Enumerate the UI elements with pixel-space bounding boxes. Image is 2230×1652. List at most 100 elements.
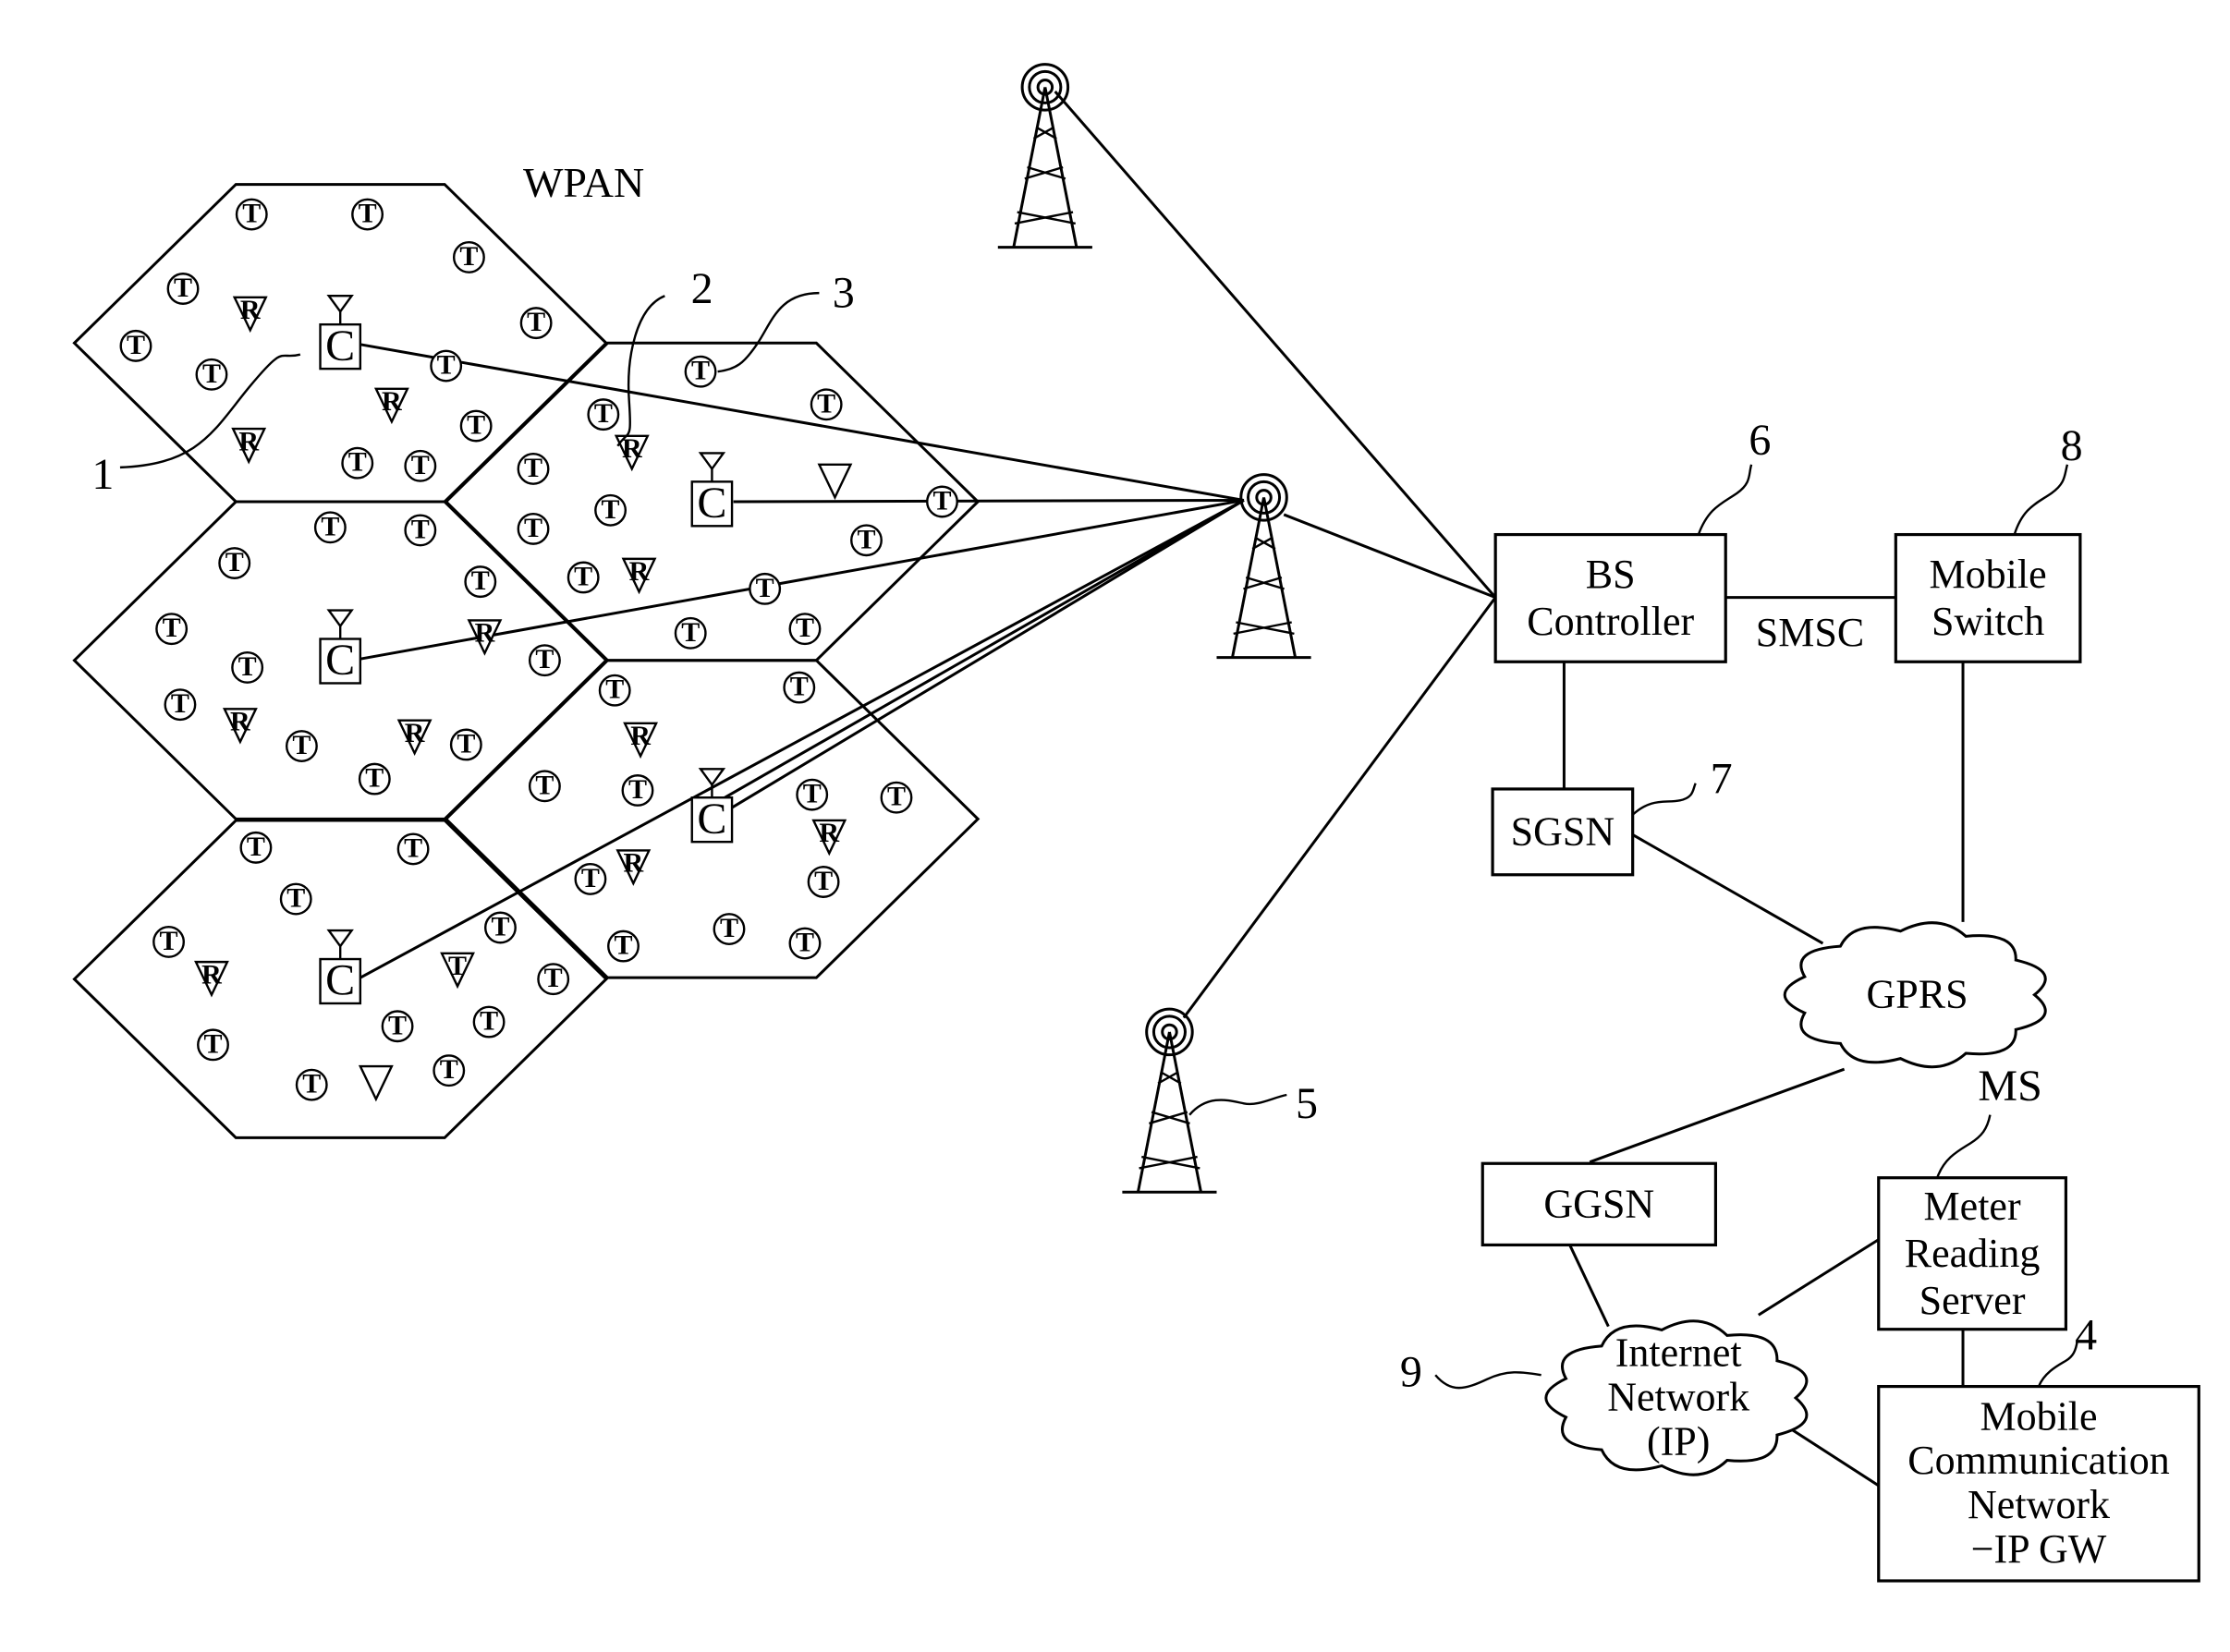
terminal-label: T	[459, 241, 478, 272]
terminal-label: T	[602, 494, 620, 525]
leader-2	[616, 295, 665, 447]
terminal-node: T	[674, 617, 707, 650]
terminal-node: T	[341, 447, 374, 480]
terminal-node: T	[607, 930, 640, 963]
terminal-node: T	[155, 613, 189, 646]
terminal-label: T	[203, 1028, 222, 1059]
terminal-node: T	[430, 350, 463, 383]
mobile-switch-box-label: Switch	[1931, 599, 2044, 644]
terminal-label: T	[174, 273, 192, 303]
smsc-label: SMSC	[1756, 610, 1864, 655]
meter-reading-server-box-label: Server	[1919, 1278, 2026, 1323]
coordinator-node-a: C	[319, 295, 362, 370]
leader-7	[1631, 783, 1697, 816]
empty-repeater-node	[817, 463, 853, 501]
terminal-node: T	[197, 1028, 229, 1062]
leader-5	[1188, 1093, 1287, 1116]
link-coordinator-b	[733, 498, 1244, 504]
repeater-label: R	[623, 848, 643, 879]
wpan-title: WPAN	[523, 159, 644, 206]
terminal-node: T	[810, 388, 843, 421]
terminal-node: T	[313, 511, 347, 544]
ggsn-box-label: GGSN	[1543, 1182, 1654, 1227]
antenna-icon	[326, 929, 354, 949]
leader-6	[1697, 464, 1753, 535]
repeater-label: R	[240, 295, 261, 325]
repeater-label: R	[201, 959, 222, 990]
terminal-node: T	[358, 763, 391, 796]
gprs-cloud-label: GPRS	[1866, 972, 1968, 1017]
terminal-label: T	[524, 453, 542, 483]
meter-reading-server-box-label: Meter	[1924, 1184, 2021, 1229]
gateway-box: MobileCommunicationNetwork−IP GW	[1877, 1384, 2200, 1583]
repeater-triangle	[358, 1064, 394, 1102]
repeater-label: T	[448, 951, 467, 981]
repeater-node: R	[232, 295, 268, 334]
terminal-label: T	[127, 330, 145, 360]
repeater-node: R	[623, 721, 658, 759]
gateway-box-label: −IP GW	[1971, 1526, 2107, 1572]
gateway-box-label: Communication	[1907, 1438, 2170, 1483]
terminal-node: T	[381, 1010, 414, 1043]
repeater-label: R	[819, 818, 839, 848]
terminal-node: T	[567, 561, 600, 594]
terminal-node: T	[218, 547, 251, 579]
terminal-node: T	[713, 913, 746, 945]
terminal-node: T	[152, 926, 185, 958]
terminal-label: T	[225, 547, 244, 577]
internet-cloud-label: Internet	[1615, 1330, 1742, 1375]
sgsn-box: SGSN	[1491, 787, 1635, 877]
terminal-label: T	[365, 763, 384, 794]
leader-ms	[1936, 1114, 1992, 1179]
core-link	[1790, 1427, 1882, 1488]
terminal-label: T	[581, 863, 600, 893]
repeater-node: R	[231, 426, 267, 465]
terminal-label: T	[467, 410, 485, 441]
repeater-label: R	[629, 556, 650, 587]
terminal-label: T	[535, 644, 554, 674]
terminal-node: T	[587, 398, 620, 431]
terminal-node: T	[452, 241, 485, 273]
link-coordinator-a	[359, 343, 1245, 502]
terminal-label: T	[681, 617, 700, 648]
leader-9	[1434, 1371, 1542, 1390]
terminal-node: T	[926, 486, 958, 518]
terminal-node: T	[285, 730, 318, 762]
internet-cloud-label: Network	[1607, 1374, 1749, 1419]
gprs-cloud: GPRS	[1783, 921, 2047, 1069]
internet-cloud: InternetNetwork(IP)	[1544, 1319, 1809, 1476]
repeater-label: R	[238, 426, 259, 456]
link-tower-bsc-2	[1283, 513, 1496, 600]
terminal-node: T	[807, 866, 840, 898]
terminal-node: T	[235, 199, 268, 231]
repeater-node: R	[194, 959, 229, 998]
ref-numeral-7: 7	[1711, 755, 1733, 804]
coordinator-node-c: C	[319, 609, 362, 685]
terminal-label: T	[544, 963, 563, 993]
terminal-label: T	[574, 561, 592, 591]
terminal-node: T	[231, 651, 264, 684]
terminal-node: T	[404, 450, 437, 482]
terminal-label: T	[202, 358, 221, 389]
terminal-label: T	[457, 728, 475, 759]
coordinator-label: C	[325, 636, 355, 685]
leader-3	[717, 291, 820, 373]
core-link	[1568, 1244, 1610, 1328]
ref-numeral-9: 9	[1400, 1348, 1422, 1397]
terminal-node: T	[880, 782, 913, 814]
meter-reading-server-box: MeterReadingServer	[1877, 1176, 2068, 1331]
terminal-node: T	[396, 832, 430, 866]
terminal-label: T	[817, 388, 835, 419]
coordinator-label: C	[697, 795, 726, 844]
terminal-node: T	[594, 494, 628, 527]
core-network: BSControllerMobileSwitchSGSNGGSN MeterRea…	[1481, 532, 2200, 1583]
leader-4	[2037, 1340, 2078, 1388]
ref-numeral-4: 4	[2075, 1310, 2097, 1359]
coordinator-label: C	[325, 956, 355, 1005]
terminal-label: T	[388, 1010, 407, 1040]
terminal-label: T	[605, 674, 624, 705]
terminal-node: T	[796, 779, 829, 811]
sgsn-box-label: SGSN	[1511, 809, 1615, 855]
terminal-label: T	[437, 350, 456, 381]
mobile-switch-box: MobileSwitch	[1894, 532, 2082, 663]
